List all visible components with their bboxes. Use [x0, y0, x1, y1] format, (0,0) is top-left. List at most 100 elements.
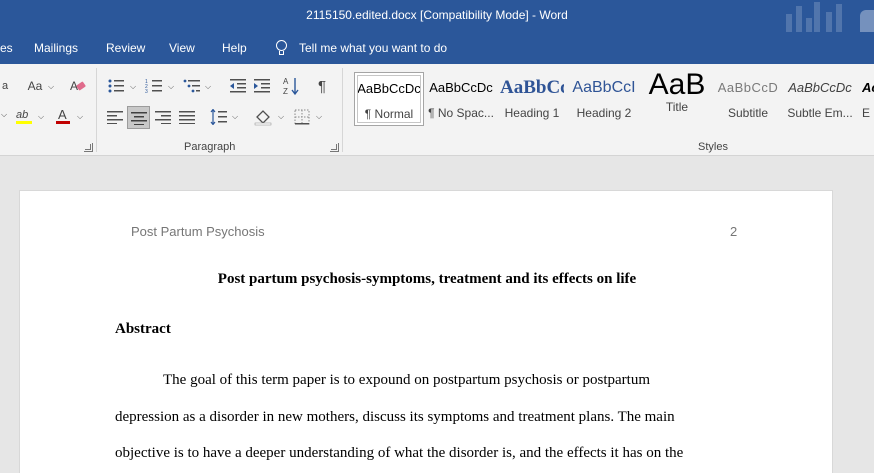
- multilevel-chevron-icon[interactable]: ⌵: [205, 82, 211, 92]
- style-name: Subtle Em...: [787, 106, 853, 120]
- align-center-button[interactable]: [128, 107, 150, 129]
- style-name: Title: [665, 100, 689, 114]
- borders-chevron-icon[interactable]: ⌵: [316, 112, 322, 122]
- font-color-chevron-icon[interactable]: ⌵: [77, 112, 83, 122]
- decrease-indent-button[interactable]: [228, 76, 248, 96]
- group-separator: [342, 68, 343, 152]
- align-left-button[interactable]: [104, 106, 126, 128]
- style-name: Heading 2: [576, 106, 632, 120]
- shading-icon: [254, 110, 272, 126]
- paragraph-dialog-launcher-icon[interactable]: [330, 143, 339, 152]
- style-subtitle[interactable]: AaBbCcD Subtitle: [716, 72, 780, 126]
- line-spacing-chevron-icon[interactable]: ⌵: [232, 112, 238, 122]
- ribbon: a Aa ⌵ A ⌵ ab ⌵ A ⌵ ⌵ 1 2 3 ⌵ ⌵ A Z ¶ ⌵ …: [0, 64, 874, 156]
- svg-text:3: 3: [145, 89, 148, 94]
- change-case-button[interactable]: Aa: [23, 77, 47, 95]
- document-page[interactable]: Post Partum Psychosis 2 Post partum psyc…: [19, 190, 833, 473]
- style-name: ¶ No Spac...: [428, 106, 494, 120]
- svg-text:A: A: [283, 77, 289, 86]
- style-sample: AaBbCcD: [717, 80, 779, 95]
- font-color-button[interactable]: A: [54, 106, 72, 126]
- svg-text:Z: Z: [283, 87, 288, 96]
- style-name: Subtitle: [727, 106, 769, 120]
- paragraph-line[interactable]: depression as a disorder in new mothers,…: [115, 409, 755, 426]
- justify-icon: [179, 111, 195, 124]
- numbering-button[interactable]: 1 2 3: [144, 76, 164, 96]
- borders-button[interactable]: [292, 106, 312, 128]
- borders-icon: [294, 109, 310, 125]
- style-sample: Ac: [862, 80, 874, 95]
- style-heading-1[interactable]: AaBbCс Heading 1: [500, 72, 564, 126]
- tell-me-search[interactable]: Tell me what you want to do: [276, 40, 447, 55]
- numbering-icon: 1 2 3: [145, 79, 162, 94]
- change-case-chevron-icon[interactable]: ⌵: [48, 82, 54, 92]
- line-spacing-button[interactable]: [208, 106, 230, 128]
- style-emphasis-partial[interactable]: Ac E: [862, 72, 874, 126]
- abstract-heading[interactable]: Abstract: [115, 321, 171, 338]
- justify-button[interactable]: [176, 106, 198, 128]
- title-bar: 2115150.edited.docx [Compatibility Mode]…: [0, 0, 874, 32]
- document-title[interactable]: Post partum psychosis-symptoms, treatmen…: [20, 271, 834, 288]
- font-partial-chevron-icon[interactable]: ⌵: [0, 106, 8, 124]
- increase-indent-button[interactable]: [252, 76, 272, 96]
- highlight-icon: ab: [16, 109, 32, 124]
- group-separator: [96, 68, 97, 152]
- style-no-spacing[interactable]: AaBbCcDc ¶ No Spac...: [428, 72, 494, 126]
- style-title[interactable]: AaB Title: [644, 68, 710, 126]
- shading-chevron-icon[interactable]: ⌵: [278, 112, 284, 122]
- decrease-indent-icon: [230, 79, 246, 93]
- sort-icon: A Z: [283, 77, 299, 96]
- style-sample: AaB: [648, 68, 706, 100]
- align-left-icon: [107, 111, 123, 124]
- clear-formatting-button[interactable]: A: [68, 77, 88, 95]
- line-spacing-icon: [210, 109, 227, 125]
- bullets-chevron-icon[interactable]: ⌵: [130, 82, 136, 92]
- show-formatting-marks-button[interactable]: ¶: [312, 76, 332, 96]
- clear-formatting-icon: A: [70, 79, 86, 93]
- tab-review[interactable]: Review: [106, 41, 145, 55]
- style-sample: AaBbCcDc: [788, 80, 852, 95]
- page-header-running-head[interactable]: Post Partum Psychosis: [131, 224, 265, 239]
- numbering-chevron-icon[interactable]: ⌵: [168, 82, 174, 92]
- style-sample: AaBbCcDc: [429, 80, 493, 95]
- title-bar-decoration: [784, 0, 874, 32]
- window-title: 2115150.edited.docx [Compatibility Mode]…: [306, 8, 568, 22]
- tell-me-label: Tell me what you want to do: [299, 40, 448, 55]
- ribbon-tabs: es Mailings Review View Help Tell me wha…: [0, 32, 874, 64]
- svg-text:A: A: [58, 107, 67, 122]
- sort-button[interactable]: A Z: [282, 75, 302, 97]
- align-right-icon: [155, 111, 171, 124]
- highlight-chevron-icon[interactable]: ⌵: [38, 112, 44, 122]
- increase-indent-icon: [254, 79, 270, 93]
- font-dialog-launcher-icon[interactable]: [84, 143, 93, 152]
- style-sample: AaBbCс: [500, 77, 564, 98]
- style-heading-2[interactable]: AaBbCcI Heading 2: [572, 72, 636, 126]
- paragraph-line[interactable]: The goal of this term paper is to expoun…: [115, 372, 755, 389]
- style-sample: AaBbCcI: [572, 79, 636, 96]
- paragraph-line[interactable]: objective is to have a deeper understand…: [115, 445, 755, 462]
- tab-help[interactable]: Help: [222, 41, 247, 55]
- bullets-icon: [108, 79, 124, 93]
- font-color-icon: A: [56, 107, 70, 124]
- style-normal[interactable]: AaBbCcDc ¶ Normal: [354, 72, 424, 126]
- svg-text:ab: ab: [16, 109, 28, 121]
- align-center-icon: [131, 112, 147, 125]
- tab-view[interactable]: View: [169, 41, 195, 55]
- style-selected-frame: [357, 75, 421, 123]
- multilevel-list-button[interactable]: [182, 76, 202, 96]
- tab-references[interactable]: es: [0, 41, 13, 55]
- paragraph-group-label: Paragraph: [184, 141, 236, 153]
- bullets-button[interactable]: [106, 76, 126, 96]
- page-number[interactable]: 2: [730, 224, 737, 239]
- font-size-partial-icon[interactable]: a: [0, 78, 10, 94]
- align-right-button[interactable]: [152, 106, 174, 128]
- style-name: Heading 1: [504, 106, 560, 120]
- style-name: E: [862, 106, 871, 120]
- lightbulb-icon: [276, 40, 287, 55]
- style-subtle-emphasis[interactable]: AaBbCcDc Subtle Em...: [786, 72, 854, 126]
- change-case-label: Aa: [27, 79, 43, 93]
- tab-mailings[interactable]: Mailings: [34, 41, 78, 55]
- styles-group-label: Styles: [698, 141, 728, 153]
- highlight-button[interactable]: ab: [14, 106, 34, 126]
- shading-button[interactable]: [252, 106, 274, 128]
